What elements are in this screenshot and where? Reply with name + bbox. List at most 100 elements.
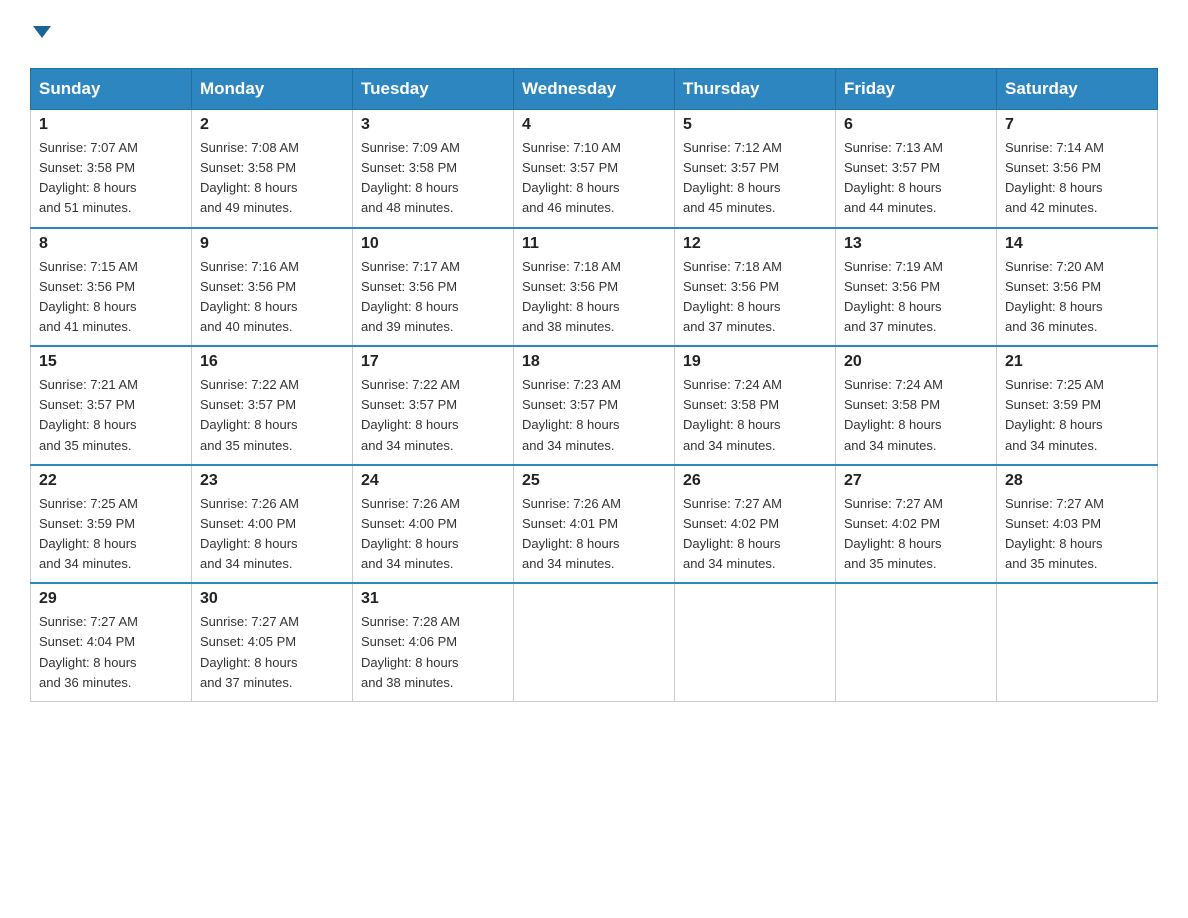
calendar-cell: 26 Sunrise: 7:27 AM Sunset: 4:02 PM Dayl… [675, 465, 836, 584]
day-info: Sunrise: 7:19 AM Sunset: 3:56 PM Dayligh… [844, 257, 988, 338]
day-info: Sunrise: 7:27 AM Sunset: 4:04 PM Dayligh… [39, 612, 183, 693]
day-number: 24 [361, 472, 505, 490]
calendar-cell [836, 583, 997, 701]
calendar-cell: 19 Sunrise: 7:24 AM Sunset: 3:58 PM Dayl… [675, 346, 836, 465]
day-info: Sunrise: 7:26 AM Sunset: 4:00 PM Dayligh… [200, 494, 344, 575]
day-number: 17 [361, 353, 505, 371]
calendar-cell: 15 Sunrise: 7:21 AM Sunset: 3:57 PM Dayl… [31, 346, 192, 465]
day-info: Sunrise: 7:25 AM Sunset: 3:59 PM Dayligh… [39, 494, 183, 575]
day-info: Sunrise: 7:16 AM Sunset: 3:56 PM Dayligh… [200, 257, 344, 338]
day-number: 18 [522, 353, 666, 371]
logo-arrow-icon [33, 26, 51, 38]
day-info: Sunrise: 7:12 AM Sunset: 3:57 PM Dayligh… [683, 138, 827, 219]
day-number: 23 [200, 472, 344, 490]
calendar-cell [675, 583, 836, 701]
day-info: Sunrise: 7:07 AM Sunset: 3:58 PM Dayligh… [39, 138, 183, 219]
day-info: Sunrise: 7:10 AM Sunset: 3:57 PM Dayligh… [522, 138, 666, 219]
calendar-week-row: 29 Sunrise: 7:27 AM Sunset: 4:04 PM Dayl… [31, 583, 1158, 701]
day-info: Sunrise: 7:27 AM Sunset: 4:02 PM Dayligh… [683, 494, 827, 575]
day-info: Sunrise: 7:24 AM Sunset: 3:58 PM Dayligh… [683, 375, 827, 456]
calendar-cell: 3 Sunrise: 7:09 AM Sunset: 3:58 PM Dayli… [353, 110, 514, 228]
day-number: 27 [844, 472, 988, 490]
day-info: Sunrise: 7:21 AM Sunset: 3:57 PM Dayligh… [39, 375, 183, 456]
calendar-cell: 20 Sunrise: 7:24 AM Sunset: 3:58 PM Dayl… [836, 346, 997, 465]
weekday-header-tuesday: Tuesday [353, 69, 514, 110]
day-number: 1 [39, 116, 183, 134]
day-info: Sunrise: 7:15 AM Sunset: 3:56 PM Dayligh… [39, 257, 183, 338]
calendar-cell: 16 Sunrise: 7:22 AM Sunset: 3:57 PM Dayl… [192, 346, 353, 465]
calendar-cell: 11 Sunrise: 7:18 AM Sunset: 3:56 PM Dayl… [514, 228, 675, 347]
day-number: 16 [200, 353, 344, 371]
day-info: Sunrise: 7:14 AM Sunset: 3:56 PM Dayligh… [1005, 138, 1149, 219]
calendar-cell: 4 Sunrise: 7:10 AM Sunset: 3:57 PM Dayli… [514, 110, 675, 228]
day-number: 30 [200, 590, 344, 608]
calendar-cell: 21 Sunrise: 7:25 AM Sunset: 3:59 PM Dayl… [997, 346, 1158, 465]
day-number: 14 [1005, 235, 1149, 253]
weekday-header-saturday: Saturday [997, 69, 1158, 110]
day-number: 28 [1005, 472, 1149, 490]
day-info: Sunrise: 7:09 AM Sunset: 3:58 PM Dayligh… [361, 138, 505, 219]
weekday-header-friday: Friday [836, 69, 997, 110]
day-info: Sunrise: 7:18 AM Sunset: 3:56 PM Dayligh… [522, 257, 666, 338]
calendar-header-row: SundayMondayTuesdayWednesdayThursdayFrid… [31, 69, 1158, 110]
calendar-cell: 2 Sunrise: 7:08 AM Sunset: 3:58 PM Dayli… [192, 110, 353, 228]
calendar-cell: 25 Sunrise: 7:26 AM Sunset: 4:01 PM Dayl… [514, 465, 675, 584]
day-number: 29 [39, 590, 183, 608]
calendar-cell: 5 Sunrise: 7:12 AM Sunset: 3:57 PM Dayli… [675, 110, 836, 228]
day-number: 20 [844, 353, 988, 371]
calendar-cell: 14 Sunrise: 7:20 AM Sunset: 3:56 PM Dayl… [997, 228, 1158, 347]
calendar-cell: 10 Sunrise: 7:17 AM Sunset: 3:56 PM Dayl… [353, 228, 514, 347]
day-number: 8 [39, 235, 183, 253]
day-number: 5 [683, 116, 827, 134]
calendar-cell: 7 Sunrise: 7:14 AM Sunset: 3:56 PM Dayli… [997, 110, 1158, 228]
day-number: 11 [522, 235, 666, 253]
day-number: 4 [522, 116, 666, 134]
calendar-cell [514, 583, 675, 701]
day-info: Sunrise: 7:22 AM Sunset: 3:57 PM Dayligh… [200, 375, 344, 456]
weekday-header-monday: Monday [192, 69, 353, 110]
day-number: 22 [39, 472, 183, 490]
calendar-week-row: 15 Sunrise: 7:21 AM Sunset: 3:57 PM Dayl… [31, 346, 1158, 465]
calendar-cell: 8 Sunrise: 7:15 AM Sunset: 3:56 PM Dayli… [31, 228, 192, 347]
day-info: Sunrise: 7:27 AM Sunset: 4:05 PM Dayligh… [200, 612, 344, 693]
calendar-cell: 22 Sunrise: 7:25 AM Sunset: 3:59 PM Dayl… [31, 465, 192, 584]
day-info: Sunrise: 7:20 AM Sunset: 3:56 PM Dayligh… [1005, 257, 1149, 338]
calendar-cell: 17 Sunrise: 7:22 AM Sunset: 3:57 PM Dayl… [353, 346, 514, 465]
page-header [30, 20, 1158, 48]
day-info: Sunrise: 7:27 AM Sunset: 4:03 PM Dayligh… [1005, 494, 1149, 575]
day-number: 10 [361, 235, 505, 253]
calendar-table: SundayMondayTuesdayWednesdayThursdayFrid… [30, 68, 1158, 702]
calendar-cell: 28 Sunrise: 7:27 AM Sunset: 4:03 PM Dayl… [997, 465, 1158, 584]
day-number: 3 [361, 116, 505, 134]
day-number: 25 [522, 472, 666, 490]
day-number: 21 [1005, 353, 1149, 371]
calendar-cell [997, 583, 1158, 701]
calendar-cell: 29 Sunrise: 7:27 AM Sunset: 4:04 PM Dayl… [31, 583, 192, 701]
calendar-cell: 23 Sunrise: 7:26 AM Sunset: 4:00 PM Dayl… [192, 465, 353, 584]
day-info: Sunrise: 7:28 AM Sunset: 4:06 PM Dayligh… [361, 612, 505, 693]
day-number: 2 [200, 116, 344, 134]
day-number: 7 [1005, 116, 1149, 134]
calendar-cell: 9 Sunrise: 7:16 AM Sunset: 3:56 PM Dayli… [192, 228, 353, 347]
weekday-header-wednesday: Wednesday [514, 69, 675, 110]
day-info: Sunrise: 7:17 AM Sunset: 3:56 PM Dayligh… [361, 257, 505, 338]
day-info: Sunrise: 7:08 AM Sunset: 3:58 PM Dayligh… [200, 138, 344, 219]
day-info: Sunrise: 7:25 AM Sunset: 3:59 PM Dayligh… [1005, 375, 1149, 456]
day-info: Sunrise: 7:23 AM Sunset: 3:57 PM Dayligh… [522, 375, 666, 456]
calendar-cell: 6 Sunrise: 7:13 AM Sunset: 3:57 PM Dayli… [836, 110, 997, 228]
calendar-week-row: 8 Sunrise: 7:15 AM Sunset: 3:56 PM Dayli… [31, 228, 1158, 347]
weekday-header-thursday: Thursday [675, 69, 836, 110]
calendar-week-row: 22 Sunrise: 7:25 AM Sunset: 3:59 PM Dayl… [31, 465, 1158, 584]
day-info: Sunrise: 7:26 AM Sunset: 4:01 PM Dayligh… [522, 494, 666, 575]
day-info: Sunrise: 7:13 AM Sunset: 3:57 PM Dayligh… [844, 138, 988, 219]
day-info: Sunrise: 7:27 AM Sunset: 4:02 PM Dayligh… [844, 494, 988, 575]
calendar-cell: 27 Sunrise: 7:27 AM Sunset: 4:02 PM Dayl… [836, 465, 997, 584]
day-number: 26 [683, 472, 827, 490]
logo [30, 20, 51, 48]
calendar-cell: 30 Sunrise: 7:27 AM Sunset: 4:05 PM Dayl… [192, 583, 353, 701]
day-number: 6 [844, 116, 988, 134]
calendar-cell: 13 Sunrise: 7:19 AM Sunset: 3:56 PM Dayl… [836, 228, 997, 347]
calendar-week-row: 1 Sunrise: 7:07 AM Sunset: 3:58 PM Dayli… [31, 110, 1158, 228]
calendar-cell: 24 Sunrise: 7:26 AM Sunset: 4:00 PM Dayl… [353, 465, 514, 584]
day-number: 31 [361, 590, 505, 608]
